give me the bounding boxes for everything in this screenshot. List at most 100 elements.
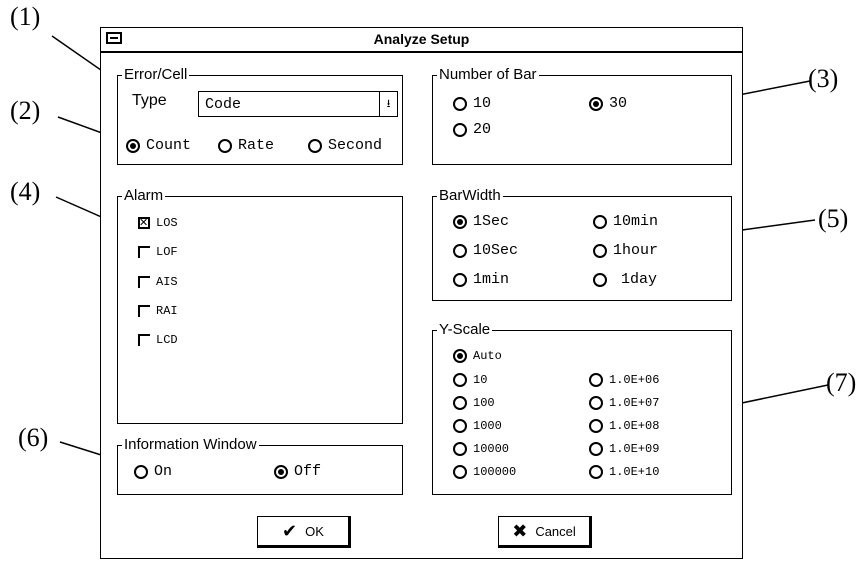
information-window-legend: Information Window xyxy=(122,436,259,453)
radio-scale-1e06[interactable]: 1.0E+06 xyxy=(589,372,659,388)
radio-scale-10[interactable]: 10 xyxy=(453,372,487,388)
radio-10sec[interactable]: 10Sec xyxy=(453,243,518,259)
radio-second[interactable]: Second xyxy=(308,138,382,154)
radio-scale-10000-indicator[interactable] xyxy=(453,442,467,456)
radio-scale-1e08-indicator[interactable] xyxy=(589,419,603,433)
radio-info-off[interactable]: Off xyxy=(274,464,321,480)
radio-scale-100000[interactable]: 100000 xyxy=(453,464,516,480)
radio-1min[interactable]: 1min xyxy=(453,272,509,288)
checkbox-ais[interactable]: AIS xyxy=(138,274,178,290)
y-scale-legend: Y-Scale xyxy=(437,321,493,338)
radio-scale-1000-indicator[interactable] xyxy=(453,419,467,433)
alarm-group: Alarm LOS LOF AIS RAI LCD xyxy=(117,187,403,424)
radio-info-off-indicator[interactable] xyxy=(274,465,288,479)
checkbox-los-box[interactable] xyxy=(138,215,150,231)
radio-scale-1e09-indicator[interactable] xyxy=(589,442,603,456)
radio-1sec-label: 1Sec xyxy=(473,213,510,230)
radio-scale-1e07-label: 1.0E+07 xyxy=(609,396,660,410)
radio-scale-1e07-indicator[interactable] xyxy=(589,396,603,410)
checkbox-rai[interactable]: RAI xyxy=(138,303,178,319)
radio-bars-10-label: 10 xyxy=(473,95,492,112)
radio-10sec-indicator[interactable] xyxy=(453,244,467,258)
radio-second-indicator[interactable] xyxy=(308,139,322,153)
radio-scale-10-label: 10 xyxy=(473,373,488,387)
radio-scale-100000-label: 100000 xyxy=(473,465,517,479)
type-combobox[interactable]: Code ⭳ xyxy=(198,91,398,117)
radio-1min-label: 1min xyxy=(473,271,510,288)
radio-bars-10-indicator[interactable] xyxy=(453,97,467,111)
radio-scale-1e06-label: 1.0E+06 xyxy=(609,373,660,387)
radio-info-on-label: On xyxy=(154,463,173,480)
radio-scale-100-indicator[interactable] xyxy=(453,396,467,410)
radio-count[interactable]: Count xyxy=(126,138,191,154)
radio-1sec[interactable]: 1Sec xyxy=(453,214,509,230)
checkbox-los[interactable]: LOS xyxy=(138,215,178,231)
ok-button-label: OK xyxy=(305,523,324,539)
radio-count-indicator[interactable] xyxy=(126,139,140,153)
radio-1min-indicator[interactable] xyxy=(453,273,467,287)
radio-scale-auto-indicator[interactable] xyxy=(453,349,467,363)
radio-10min[interactable]: 10min xyxy=(593,214,658,230)
radio-rate[interactable]: Rate xyxy=(218,138,274,154)
radio-scale-1e10-label: 1.0E+10 xyxy=(609,465,660,479)
alarm-legend: Alarm xyxy=(122,187,166,204)
bar-width-legend: BarWidth xyxy=(437,187,503,204)
radio-scale-10-indicator[interactable] xyxy=(453,373,467,387)
x-mark-icon: ✖ xyxy=(512,520,528,542)
radio-1hour-indicator[interactable] xyxy=(593,244,607,258)
checkmark-icon: ✔ xyxy=(282,520,298,542)
checkbox-lcd[interactable]: LCD xyxy=(138,332,178,348)
radio-info-off-label: Off xyxy=(294,463,322,480)
cancel-button-label: Cancel xyxy=(535,523,576,539)
radio-scale-1e08-label: 1.0E+08 xyxy=(609,419,660,433)
radio-1day-indicator[interactable] xyxy=(593,273,607,287)
radio-scale-10000[interactable]: 10000 xyxy=(453,441,509,457)
radio-10min-label: 10min xyxy=(613,213,659,230)
radio-scale-1e09-label: 1.0E+09 xyxy=(609,442,660,456)
radio-bars-20[interactable]: 20 xyxy=(453,122,491,138)
radio-scale-100[interactable]: 100 xyxy=(453,395,495,411)
analyze-setup-dialog: Analyze Setup Error/Cell Type Code ⭳ Cou… xyxy=(100,27,743,559)
cancel-button[interactable]: ✖ Cancel xyxy=(498,516,592,548)
number-of-bar-legend: Number of Bar xyxy=(437,66,539,83)
radio-bars-30[interactable]: 30 xyxy=(589,96,627,112)
radio-rate-label: Rate xyxy=(238,137,275,154)
radio-scale-100-label: 100 xyxy=(473,396,495,410)
checkbox-lof-box[interactable] xyxy=(138,246,150,258)
radio-scale-auto[interactable]: Auto xyxy=(453,348,502,364)
dialog-title: Analyze Setup xyxy=(373,31,470,47)
title-bar: Analyze Setup xyxy=(101,28,742,53)
checkbox-lcd-box[interactable] xyxy=(138,334,150,346)
radio-info-on-indicator[interactable] xyxy=(134,465,148,479)
radio-scale-1000[interactable]: 1000 xyxy=(453,418,502,434)
radio-scale-1e07[interactable]: 1.0E+07 xyxy=(589,395,659,411)
checkbox-lcd-label: LCD xyxy=(156,333,178,347)
checkbox-ais-label: AIS xyxy=(156,275,178,289)
checkbox-lof[interactable]: LOF xyxy=(138,244,178,260)
radio-scale-1e10-indicator[interactable] xyxy=(589,465,603,479)
radio-bars-10[interactable]: 10 xyxy=(453,96,491,112)
type-label: Type xyxy=(132,92,167,109)
radio-bars-30-indicator[interactable] xyxy=(589,97,603,111)
radio-info-on[interactable]: On xyxy=(134,464,172,480)
radio-bars-20-indicator[interactable] xyxy=(453,123,467,137)
radio-scale-1000-label: 1000 xyxy=(473,419,502,433)
radio-1day[interactable]: 1day xyxy=(593,272,657,288)
number-of-bar-group: Number of Bar 10 30 20 xyxy=(432,66,732,165)
checkbox-ais-box[interactable] xyxy=(138,276,150,288)
radio-1sec-indicator[interactable] xyxy=(453,215,467,229)
radio-rate-indicator[interactable] xyxy=(218,139,232,153)
radio-scale-1e06-indicator[interactable] xyxy=(589,373,603,387)
radio-scale-100000-indicator[interactable] xyxy=(453,465,467,479)
radio-1hour-label: 1hour xyxy=(613,242,659,259)
ok-button[interactable]: ✔ OK xyxy=(257,516,351,548)
radio-scale-1e10[interactable]: 1.0E+10 xyxy=(589,464,659,480)
radio-scale-1e09[interactable]: 1.0E+09 xyxy=(589,441,659,457)
checkbox-rai-box[interactable] xyxy=(138,305,150,317)
radio-scale-1e08[interactable]: 1.0E+08 xyxy=(589,418,659,434)
bar-width-group: BarWidth 1Sec 10min 10Sec 1hour 1min 1da… xyxy=(432,187,732,301)
radio-1hour[interactable]: 1hour xyxy=(593,243,658,259)
dropdown-arrow-icon[interactable]: ⭳ xyxy=(379,92,397,116)
radio-10min-indicator[interactable] xyxy=(593,215,607,229)
radio-scale-auto-label: Auto xyxy=(473,349,502,363)
